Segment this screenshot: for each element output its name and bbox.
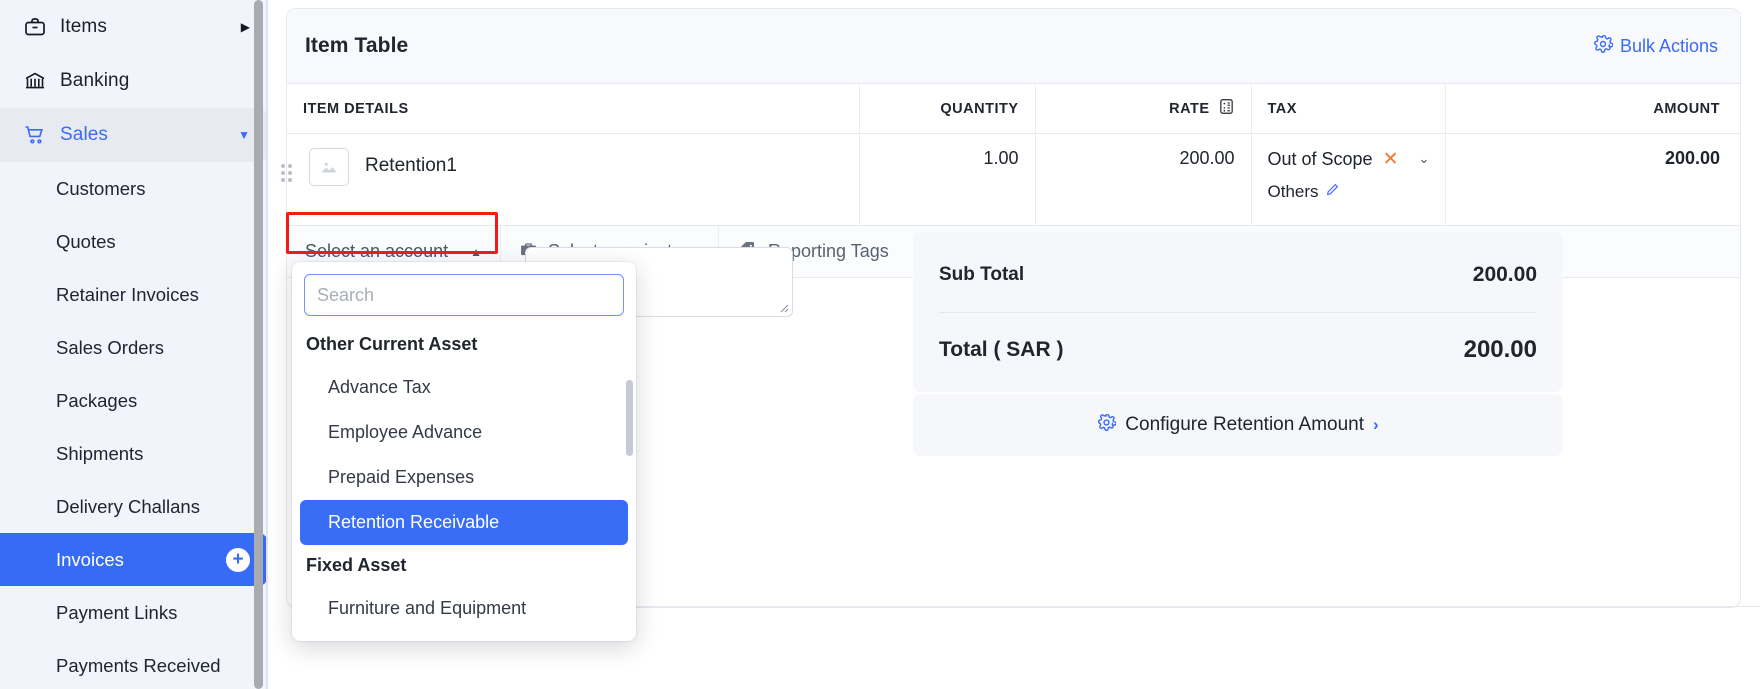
sidebar-item-label: Shipments bbox=[56, 442, 144, 464]
page-title: Item Table bbox=[305, 34, 409, 57]
sidebar-item-label: Payments Received bbox=[56, 654, 221, 676]
column-header-amount: AMOUNT bbox=[1445, 84, 1740, 134]
sidebar-item-label: Packages bbox=[56, 389, 138, 411]
sidebar-item-retainer-invoices[interactable]: Retainer Invoices bbox=[0, 268, 268, 321]
item-table: ITEM DETAILS QUANTITY RATE TAX AMOUNT Re… bbox=[281, 84, 1740, 226]
sidebar-item-quotes[interactable]: Quotes bbox=[0, 215, 268, 268]
configure-retention-amount-button[interactable]: Configure Retention Amount › bbox=[913, 394, 1563, 456]
sidebar-group-sales[interactable]: Sales ▼ bbox=[0, 108, 268, 162]
account-dropdown-panel: Other Current Asset Advance Tax Employee… bbox=[292, 262, 636, 641]
dropdown-option-employee-advance[interactable]: Employee Advance bbox=[300, 410, 628, 455]
dropdown-group-label: Fixed Asset bbox=[306, 555, 407, 575]
sidebar-item-label: Delivery Challans bbox=[56, 495, 200, 517]
sidebar-item-label: Customers bbox=[56, 177, 146, 199]
bank-icon bbox=[22, 68, 48, 94]
cell-amount: 200.00 bbox=[1445, 133, 1740, 226]
column-header-quantity: QUANTITY bbox=[859, 84, 1036, 134]
dropdown-option-advance-tax[interactable]: Advance Tax bbox=[300, 365, 628, 410]
sub-total-value: 200.00 bbox=[1472, 263, 1537, 286]
cell-item-details: Retention1 bbox=[281, 133, 860, 226]
item-name[interactable]: Retention1 bbox=[365, 148, 457, 177]
image-placeholder-icon[interactable] bbox=[309, 148, 349, 186]
resize-grip-icon[interactable] bbox=[777, 301, 789, 313]
grand-total-row: Total ( SAR ) 200.00 bbox=[939, 312, 1537, 386]
sidebar-item-label: Sales Orders bbox=[56, 336, 164, 358]
app-root: Items ▶ Banking Sales ▼ Customers Quotes… bbox=[0, 0, 1761, 689]
sidebar-item-banking[interactable]: Banking bbox=[0, 54, 268, 108]
dropdown-group-label: Other Current Asset bbox=[306, 334, 478, 354]
tax-others-label: Others bbox=[1267, 182, 1319, 201]
bulk-actions-button[interactable]: Bulk Actions bbox=[1593, 34, 1718, 59]
select-account-label: Select an account bbox=[305, 241, 449, 261]
cell-rate[interactable]: 200.00 bbox=[1035, 133, 1252, 226]
dropdown-option-furniture-and-equipment[interactable]: Furniture and Equipment bbox=[300, 586, 628, 631]
configure-retention-label: Configure Retention Amount bbox=[1125, 414, 1365, 435]
dropdown-option-retention-receivable[interactable]: Retention Receivable bbox=[300, 500, 628, 545]
tax-value: Out of Scope bbox=[1267, 148, 1373, 169]
sidebar-item-label: Retainer Invoices bbox=[56, 283, 199, 305]
sidebar-item-label: Items bbox=[60, 16, 107, 37]
main-content: Item Table Bulk Actions ITEM DETAILS QUA… bbox=[268, 0, 1761, 689]
sidebar-group-label: Sales bbox=[60, 124, 109, 145]
sidebar-scrollbar[interactable] bbox=[254, 0, 263, 689]
caret-up-icon: ▲ bbox=[470, 244, 482, 259]
close-icon[interactable]: ✕ bbox=[1383, 150, 1399, 169]
sidebar-item-payment-links[interactable]: Payment Links bbox=[0, 586, 268, 639]
amount-value: 200.00 bbox=[1664, 148, 1720, 168]
quantity-value: 1.00 bbox=[983, 148, 1019, 168]
briefcase-icon bbox=[22, 14, 48, 40]
total-label: Total ( SAR ) bbox=[939, 337, 1064, 361]
sidebar-item-label: Banking bbox=[60, 70, 130, 91]
sidebar-item-items[interactable]: Items ▶ bbox=[0, 0, 268, 54]
dropdown-option-prepaid-expenses[interactable]: Prepaid Expenses bbox=[300, 455, 628, 500]
column-header-rate: RATE bbox=[1035, 84, 1252, 134]
table-row: Retention1 1.00 200.00 Out of Scope ✕ ⌄ … bbox=[281, 133, 1740, 226]
sidebar-item-payments-received[interactable]: Payments Received bbox=[0, 639, 268, 689]
dropdown-search-wrap bbox=[292, 274, 636, 324]
bulk-actions-label: Bulk Actions bbox=[1619, 35, 1718, 56]
chevron-right-icon: › bbox=[1373, 415, 1379, 434]
chevron-down-icon[interactable]: ⌄ bbox=[1419, 151, 1430, 167]
sidebar-item-label: Payment Links bbox=[56, 601, 178, 623]
table-header-row: ITEM DETAILS QUANTITY RATE TAX AMOUNT bbox=[287, 84, 1740, 134]
sidebar: Items ▶ Banking Sales ▼ Customers Quotes… bbox=[0, 0, 268, 689]
sidebar-item-delivery-challans[interactable]: Delivery Challans bbox=[0, 480, 268, 533]
chevron-right-icon: ▶ bbox=[240, 20, 250, 34]
cell-tax: Out of Scope ✕ ⌄ Others bbox=[1251, 133, 1446, 226]
chevron-down-icon[interactable]: ▼ bbox=[238, 129, 250, 141]
total-value: 200.00 bbox=[1463, 335, 1537, 363]
cell-quantity[interactable]: 1.00 bbox=[859, 133, 1036, 226]
column-header-tax: TAX bbox=[1251, 84, 1446, 134]
sidebar-item-invoices[interactable]: Invoices + bbox=[0, 533, 268, 586]
sub-total-label: Sub Total bbox=[939, 264, 1025, 285]
rate-value: 200.00 bbox=[1179, 148, 1235, 168]
dropdown-scrollbar-thumb[interactable] bbox=[626, 380, 633, 456]
sidebar-item-label: Quotes bbox=[56, 230, 116, 252]
gear-icon bbox=[1593, 34, 1614, 59]
sidebar-item-sales-orders[interactable]: Sales Orders bbox=[0, 321, 268, 374]
sidebar-item-label: Invoices bbox=[56, 548, 124, 570]
dropdown-option-list: Other Current Asset Advance Tax Employee… bbox=[292, 324, 636, 631]
pencil-icon[interactable] bbox=[1325, 182, 1340, 202]
cart-icon bbox=[22, 122, 48, 148]
sidebar-item-packages[interactable]: Packages bbox=[0, 374, 268, 427]
sidebar-item-customers[interactable]: Customers bbox=[0, 162, 268, 215]
gear-icon bbox=[1097, 413, 1117, 437]
item-table-header: Item Table Bulk Actions bbox=[287, 9, 1740, 84]
add-invoice-button[interactable]: + bbox=[226, 547, 250, 572]
search-input[interactable] bbox=[304, 274, 624, 316]
sidebar-item-shipments[interactable]: Shipments bbox=[0, 427, 268, 480]
column-header-item-details: ITEM DETAILS bbox=[287, 84, 860, 134]
drag-handle-icon[interactable] bbox=[281, 164, 293, 182]
totals-panel: Sub Total 200.00 Total ( SAR ) 200.00 bbox=[913, 232, 1563, 392]
dropdown-scrollbar[interactable] bbox=[626, 324, 634, 631]
sub-total-row: Sub Total 200.00 bbox=[939, 238, 1537, 312]
column-header-rate-label: RATE bbox=[1169, 100, 1210, 117]
calculator-icon[interactable] bbox=[1218, 98, 1235, 119]
